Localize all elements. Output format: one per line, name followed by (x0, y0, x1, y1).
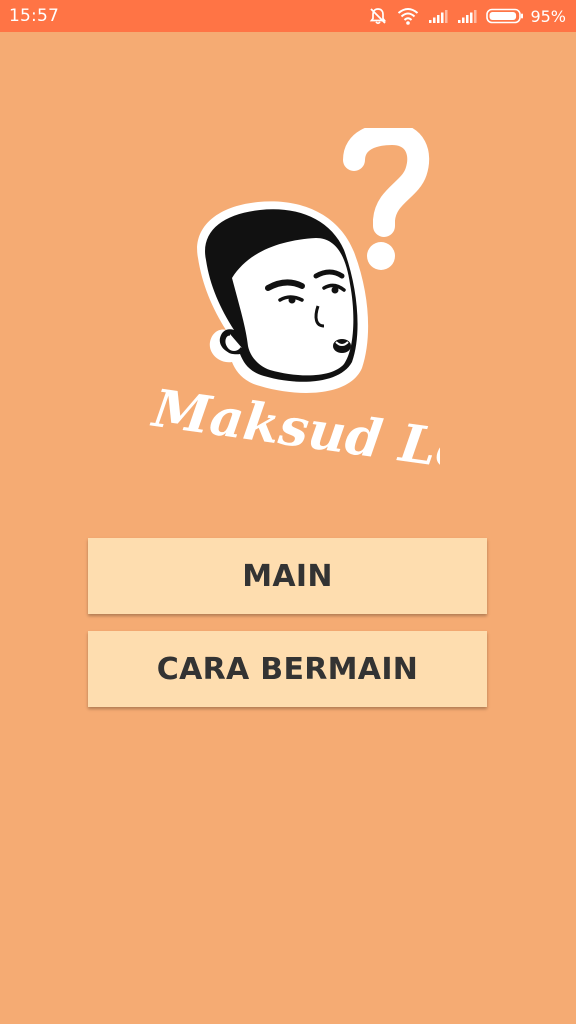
how-to-play-button[interactable]: CARA BERMAIN (88, 631, 487, 707)
question-mark-icon (343, 122, 430, 270)
battery-icon (486, 8, 524, 24)
wifi-icon (397, 7, 419, 25)
status-icons: 95% (359, 0, 566, 32)
status-time: 15:57 (9, 6, 59, 26)
battery-percent: 95% (530, 6, 566, 26)
app-logo: Maksud Lo? (140, 122, 505, 487)
main-button[interactable]: MAIN (88, 538, 487, 614)
alarm-off-icon (368, 6, 388, 26)
signal-icon (428, 8, 448, 24)
status-bar: 15:57 95% (0, 0, 576, 32)
confused-face-icon (197, 201, 369, 393)
signal-icon (457, 8, 477, 24)
